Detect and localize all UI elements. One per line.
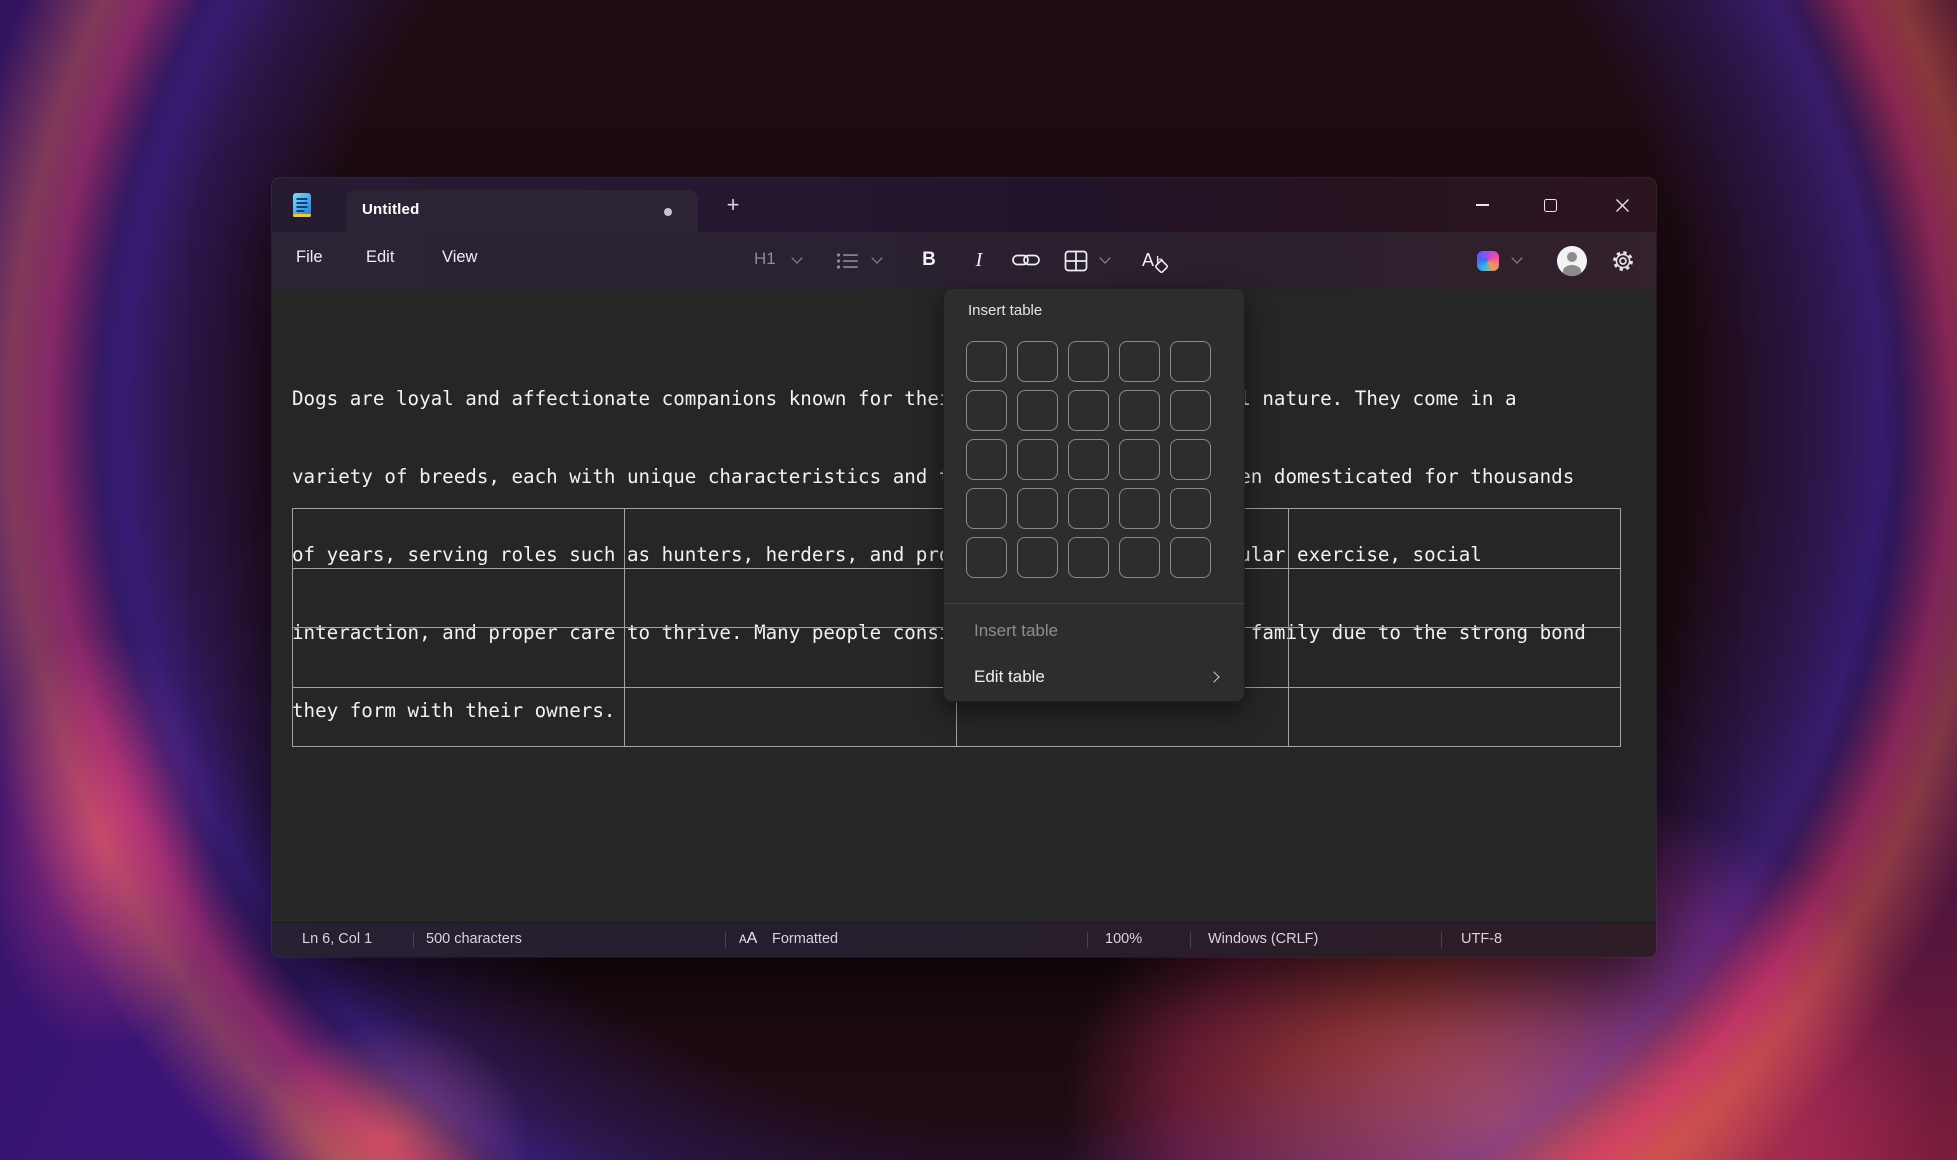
clear-formatting-icon: A b bbox=[1140, 246, 1172, 274]
table-cell[interactable] bbox=[1289, 509, 1621, 569]
menu-item-insert-table: Insert table bbox=[944, 613, 1244, 651]
table-size-picker bbox=[966, 341, 1211, 578]
table-size-cell[interactable] bbox=[966, 390, 1007, 431]
table-size-cell[interactable] bbox=[1017, 341, 1058, 382]
status-divider bbox=[725, 932, 726, 948]
table-size-cell[interactable] bbox=[1017, 537, 1058, 578]
table-cell[interactable] bbox=[625, 688, 957, 748]
chevron-down-icon[interactable] bbox=[1099, 252, 1110, 263]
table-cell[interactable] bbox=[293, 509, 625, 569]
copilot-icon[interactable] bbox=[1477, 251, 1499, 271]
encoding[interactable]: UTF-8 bbox=[1461, 931, 1502, 947]
chevron-down-icon[interactable] bbox=[1511, 252, 1522, 263]
new-tab-button[interactable]: + bbox=[716, 191, 750, 221]
maximize-icon bbox=[1544, 199, 1557, 212]
line-ending[interactable]: Windows (CRLF) bbox=[1208, 931, 1318, 947]
avatar-person-icon bbox=[1567, 252, 1577, 262]
table-cell[interactable] bbox=[625, 509, 957, 569]
menu-view[interactable]: View bbox=[442, 248, 477, 267]
table-cell[interactable] bbox=[293, 688, 625, 748]
table-size-cell[interactable] bbox=[1017, 390, 1058, 431]
table-size-cell[interactable] bbox=[1119, 439, 1160, 480]
table-cell[interactable] bbox=[1289, 569, 1621, 629]
menu-edit[interactable]: Edit bbox=[366, 248, 394, 267]
status-bar: Ln 6, Col 1 500 characters AA Formatted … bbox=[272, 922, 1656, 957]
table-size-cell[interactable] bbox=[1170, 390, 1211, 431]
table-size-cell[interactable] bbox=[1068, 341, 1109, 382]
table-cell[interactable] bbox=[293, 569, 625, 629]
table-size-cell[interactable] bbox=[966, 439, 1007, 480]
table-cell[interactable] bbox=[1289, 688, 1621, 748]
minimize-icon bbox=[1476, 204, 1489, 205]
heading-style-button[interactable]: H1 bbox=[754, 249, 776, 269]
minimize-button[interactable] bbox=[1454, 178, 1510, 232]
cursor-position: Ln 6, Col 1 bbox=[302, 931, 372, 947]
table-size-cell[interactable] bbox=[1068, 537, 1109, 578]
table-size-cell[interactable] bbox=[1017, 488, 1058, 529]
dropdown-header: Insert table bbox=[968, 302, 1042, 319]
maximize-button[interactable] bbox=[1522, 178, 1578, 232]
table-size-cell[interactable] bbox=[1170, 439, 1211, 480]
unsaved-indicator-dot bbox=[664, 208, 672, 216]
table-size-cell[interactable] bbox=[1119, 390, 1160, 431]
table-size-cell[interactable] bbox=[1119, 537, 1160, 578]
settings-gear-icon[interactable] bbox=[1610, 248, 1636, 274]
table-size-cell[interactable] bbox=[1119, 341, 1160, 382]
table-size-cell[interactable] bbox=[1068, 390, 1109, 431]
table-size-cell[interactable] bbox=[1119, 488, 1160, 529]
table-size-cell[interactable] bbox=[1068, 439, 1109, 480]
formatted-aA-icon: AA bbox=[739, 930, 757, 948]
notepad-window: Untitled + File Edit View H1 bbox=[272, 178, 1656, 957]
account-avatar[interactable] bbox=[1557, 246, 1587, 276]
zoom-level[interactable]: 100% bbox=[1105, 931, 1142, 947]
table-size-cell[interactable] bbox=[966, 488, 1007, 529]
status-divider bbox=[413, 932, 414, 948]
text-line: Dogs are loyal and affectionate companio… bbox=[292, 386, 1586, 412]
svg-text:A: A bbox=[1142, 250, 1154, 270]
table-icon[interactable] bbox=[1064, 250, 1088, 272]
table-size-cell[interactable] bbox=[1170, 488, 1211, 529]
dropdown-separator bbox=[944, 603, 1244, 604]
table-size-cell[interactable] bbox=[1170, 341, 1211, 382]
format-mode[interactable]: Formatted bbox=[772, 931, 838, 947]
list-icon[interactable] bbox=[836, 252, 860, 270]
insert-table-dropdown: Insert table Insert table Edit table bbox=[943, 288, 1245, 702]
status-divider bbox=[1087, 932, 1088, 948]
close-button[interactable] bbox=[1594, 178, 1650, 232]
clear-formatting-button[interactable]: A b bbox=[1140, 246, 1172, 274]
chevron-right-icon bbox=[1208, 671, 1219, 682]
table-cell[interactable] bbox=[1289, 628, 1621, 688]
menu-file[interactable]: File bbox=[296, 248, 323, 267]
italic-button[interactable]: I bbox=[968, 246, 990, 274]
table-size-cell[interactable] bbox=[1017, 439, 1058, 480]
tab-untitled[interactable]: Untitled bbox=[346, 190, 698, 232]
table-cell[interactable] bbox=[293, 628, 625, 688]
table-size-cell[interactable] bbox=[1068, 488, 1109, 529]
title-bar: Untitled + bbox=[272, 178, 1656, 232]
table-cell[interactable] bbox=[625, 569, 957, 629]
close-icon bbox=[1615, 198, 1630, 213]
tab-title: Untitled bbox=[362, 201, 419, 218]
table-size-cell[interactable] bbox=[966, 341, 1007, 382]
table-cell[interactable] bbox=[625, 628, 957, 688]
chevron-down-icon[interactable] bbox=[871, 252, 882, 263]
status-divider bbox=[1441, 932, 1442, 948]
notepad-app-icon bbox=[292, 192, 312, 218]
chevron-down-icon[interactable] bbox=[791, 252, 802, 263]
menu-item-edit-table[interactable]: Edit table bbox=[944, 659, 1244, 697]
table-size-cell[interactable] bbox=[966, 537, 1007, 578]
character-count: 500 characters bbox=[426, 931, 522, 947]
link-icon[interactable] bbox=[1012, 252, 1040, 268]
text-line: variety of breeds, each with unique char… bbox=[292, 464, 1586, 490]
status-divider bbox=[1190, 932, 1191, 948]
toolbar: File Edit View H1 B I A b bbox=[272, 232, 1656, 290]
table-size-cell[interactable] bbox=[1170, 537, 1211, 578]
bold-button[interactable]: B bbox=[916, 246, 942, 274]
